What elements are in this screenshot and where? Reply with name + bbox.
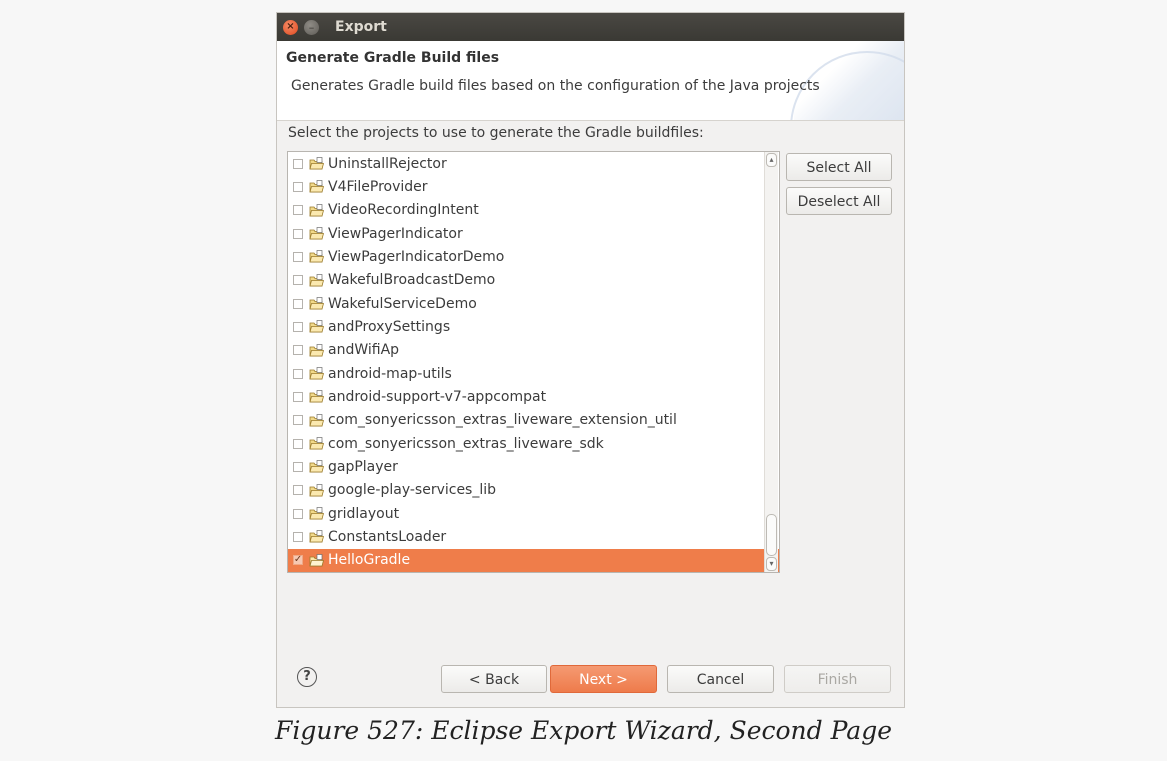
project-name: ViewPagerIndicatorDemo	[328, 248, 505, 265]
checkbox[interactable]	[293, 461, 303, 472]
project-name: UninstallRejector	[328, 155, 447, 172]
list-item[interactable]: ✓ HelloGradle	[288, 548, 779, 572]
project-folder-icon	[309, 250, 324, 263]
project-folder-icon	[309, 320, 324, 333]
close-icon[interactable]: ×	[283, 19, 298, 35]
project-folder-icon	[309, 297, 324, 310]
project-name: VideoRecordingIntent	[328, 202, 479, 219]
scrollbar-thumb[interactable]	[766, 514, 777, 556]
checkbox[interactable]	[293, 321, 303, 332]
checkbox[interactable]	[293, 298, 303, 309]
minimize-icon[interactable]: –	[304, 19, 319, 35]
project-folder-icon	[309, 180, 324, 193]
export-dialog: × – Export Generate Gradle Build files G…	[276, 12, 905, 708]
list-item[interactable]: WakefulServiceDemo	[288, 292, 779, 315]
wizard-banner: Generate Gradle Build files Generates Gr…	[277, 41, 904, 121]
checkbox[interactable]	[293, 228, 303, 239]
list-item[interactable]: google-play-services_lib	[288, 479, 779, 502]
project-list[interactable]: UninstallRejector V4FileProvider VideoReco…	[287, 151, 780, 573]
help-icon[interactable]: ?	[297, 667, 317, 687]
banner-description: Generates Gradle build files based on th…	[291, 78, 820, 94]
project-name: WakefulServiceDemo	[328, 295, 477, 312]
project-folder-icon	[309, 203, 324, 217]
list-item[interactable]: android-support-v7-appcompat	[288, 385, 779, 408]
list-item[interactable]: ViewPagerIndicatorDemo	[288, 245, 779, 268]
list-item[interactable]: andProxySettings	[288, 315, 779, 338]
checked-checkbox[interactable]: ✓	[293, 555, 303, 566]
list-item[interactable]: UninstallRejector	[288, 152, 779, 175]
checkbox[interactable]	[293, 251, 303, 262]
project-folder-icon	[309, 367, 324, 380]
project-name: gapPlayer	[328, 458, 398, 475]
window-title: Export	[335, 19, 387, 35]
list-item[interactable]: com_sonyericsson_extras_liveware_extensi…	[288, 409, 779, 432]
scroll-up-arrow-icon[interactable]: ▴	[766, 153, 777, 167]
project-selection-prompt: Select the projects to use to generate t…	[288, 125, 704, 141]
project-name: android-support-v7-appcompat	[328, 388, 547, 405]
project-folder-icon	[309, 343, 324, 357]
project-folder-icon	[309, 530, 324, 543]
list-item[interactable]: V4FileProvider	[288, 175, 779, 198]
project-folder-icon	[309, 507, 324, 520]
checkbox[interactable]	[293, 368, 303, 379]
project-name: ConstantsLoader	[328, 528, 447, 545]
list-item[interactable]: gapPlayer	[288, 455, 779, 478]
checkbox[interactable]	[293, 508, 303, 519]
project-name: WakefulBroadcastDemo	[328, 272, 496, 289]
list-item[interactable]: gridlayout	[288, 502, 779, 525]
list-item[interactable]: com_sonyericsson_extras_liveware_sdk	[288, 432, 779, 455]
scroll-down-arrow-icon[interactable]: ▾	[766, 557, 777, 571]
list-item[interactable]: ConstantsLoader	[288, 525, 779, 548]
checkbox[interactable]	[293, 205, 303, 216]
project-folder-icon	[309, 227, 324, 240]
project-folder-icon	[309, 437, 324, 450]
list-item[interactable]: andWifiAp	[288, 339, 779, 362]
project-folder-icon	[309, 157, 324, 170]
project-name: google-play-services_lib	[328, 482, 497, 499]
project-name: andProxySettings	[328, 318, 451, 335]
project-name: ViewPagerIndicator	[328, 225, 463, 242]
checkbox[interactable]	[293, 438, 303, 449]
list-item[interactable]: ViewPagerIndicator	[288, 222, 779, 245]
back-button[interactable]: < Back	[441, 665, 547, 693]
figure-caption: Figure 527: Eclipse Export Wizard, Secon…	[275, 716, 892, 745]
deselect-all-button[interactable]: Deselect All	[786, 187, 892, 215]
checkbox[interactable]	[293, 415, 303, 426]
project-folder-icon	[309, 413, 324, 427]
title-bar: × – Export	[277, 13, 904, 41]
project-name: android-map-utils	[328, 365, 452, 382]
list-item[interactable]: WakefulBroadcastDemo	[288, 269, 779, 292]
project-folder-icon	[309, 390, 324, 403]
checkbox[interactable]	[293, 531, 303, 542]
project-name: gridlayout	[328, 505, 400, 522]
checkbox[interactable]	[293, 391, 303, 402]
checkbox[interactable]	[293, 158, 303, 169]
checkbox[interactable]	[293, 181, 303, 192]
select-all-button[interactable]: Select All	[786, 153, 892, 181]
project-name: V4FileProvider	[328, 178, 428, 195]
project-folder-icon	[309, 460, 324, 473]
project-name: HelloGradle	[328, 552, 411, 569]
project-name: com_sonyericsson_extras_liveware_sdk	[328, 435, 604, 452]
checkbox[interactable]	[293, 275, 303, 286]
project-list-scrollbar[interactable]: ▴ ▾	[764, 152, 778, 572]
cancel-button[interactable]: Cancel	[667, 665, 774, 693]
finish-button: Finish	[784, 665, 891, 693]
list-item[interactable]: android-map-utils	[288, 362, 779, 385]
checkbox[interactable]	[293, 345, 303, 356]
list-item[interactable]: VideoRecordingIntent	[288, 199, 779, 222]
project-folder-icon	[309, 483, 324, 497]
checkbox[interactable]	[293, 485, 303, 496]
project-name: com_sonyericsson_extras_liveware_extensi…	[328, 412, 677, 429]
next-button[interactable]: Next >	[550, 665, 657, 693]
project-folder-icon	[309, 273, 324, 287]
project-name: andWifiAp	[328, 342, 400, 359]
banner-title: Generate Gradle Build files	[286, 50, 500, 66]
project-folder-icon	[309, 553, 324, 567]
